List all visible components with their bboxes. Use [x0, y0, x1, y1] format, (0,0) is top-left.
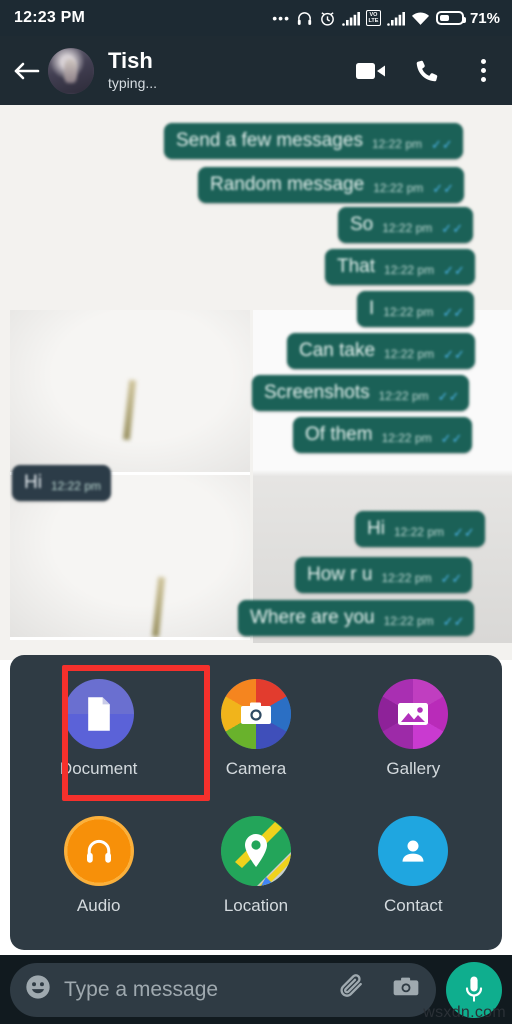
- bubble-time: 12:22 pm: [381, 571, 432, 585]
- bubble-time: 12:22 pm: [378, 389, 429, 403]
- chat-message-list[interactable]: Send a few messages 12:22 pm ✓✓ Random m…: [0, 105, 512, 660]
- attachment-grid: Document Camera Gallery Audio Location C…: [10, 655, 502, 950]
- attachment-item-audio[interactable]: Audio: [20, 806, 177, 943]
- bubble-text: Screenshots: [264, 382, 370, 403]
- volte-badge-icon: VO LTE: [365, 10, 381, 26]
- emoji-smiley-icon[interactable]: [24, 973, 52, 1006]
- bubble-text: I: [369, 298, 375, 319]
- alarm-clock-icon: [321, 11, 334, 26]
- read-receipt-icon: ✓✓: [442, 305, 465, 320]
- bubble-time: 12:22 pm: [384, 347, 435, 361]
- status-bar-clock: 12:23 PM: [14, 9, 85, 26]
- status-bar: 12:23 PM ••• VO LTE 71%: [0, 0, 512, 36]
- chat-bubble[interactable]: Of them 12:22 pm ✓✓: [293, 417, 473, 453]
- read-receipt-icon: ✓✓: [443, 347, 465, 362]
- bubble-time: 12:22 pm: [383, 305, 434, 319]
- bubble-text: Where are you: [250, 607, 375, 628]
- bubble-text: Hi: [367, 518, 385, 539]
- avatar[interactable]: [48, 47, 94, 94]
- chat-bubble[interactable]: Can take 12:22 pm ✓✓: [287, 333, 475, 369]
- camera-icon[interactable]: [392, 975, 420, 1004]
- bubble-text: Random message: [210, 174, 365, 195]
- signal-bars-2-icon: [387, 11, 405, 26]
- attachment-item-document[interactable]: Document: [20, 669, 177, 806]
- wifi-icon: [411, 11, 430, 25]
- photo-thumbnail[interactable]: [10, 310, 250, 475]
- chat-app-bar: Tish typing...: [0, 36, 512, 105]
- read-receipt-icon: ✓✓: [443, 263, 465, 278]
- bubble-time: 12:22 pm: [381, 431, 432, 445]
- signal-bars-icon: [342, 11, 360, 26]
- back-arrow-icon[interactable]: [10, 54, 44, 88]
- attachment-sheet: Document Camera Gallery Audio Location C…: [10, 655, 502, 950]
- bubble-time: 12:22 pm: [50, 479, 101, 493]
- camera-icon: [220, 679, 291, 749]
- attachment-label: Camera: [225, 759, 287, 778]
- chat-bubble[interactable]: Where are you 12:22 pm ✓✓: [238, 600, 475, 636]
- battery-percent-label: 71%: [469, 9, 500, 27]
- attachment-label: Contact: [384, 895, 443, 915]
- attachment-label: Location: [223, 895, 289, 915]
- chat-bubble[interactable]: How r u 12:22 pm ✓✓: [295, 557, 473, 593]
- attachment-label: Gallery: [386, 759, 441, 778]
- bubble-text: How r u: [307, 564, 373, 585]
- message-input-field[interactable]: Type a message: [10, 962, 436, 1017]
- contact-name: Tish: [108, 48, 153, 73]
- bubble-time: 12:22 pm: [371, 137, 422, 151]
- phone-call-icon[interactable]: [412, 56, 442, 86]
- chat-bubble[interactable]: Hi 12:22 pm ✓✓: [355, 511, 485, 547]
- chat-bubble[interactable]: Random message 12:22 pm ✓✓: [198, 167, 465, 203]
- attachment-item-location[interactable]: Location: [177, 806, 334, 943]
- paperclip-icon[interactable]: [338, 973, 366, 1006]
- bubble-time: 12:22 pm: [384, 263, 435, 277]
- attachment-label: Document: [59, 759, 138, 778]
- read-receipt-icon: ✓✓: [440, 431, 463, 446]
- more-dots-icon: •••: [272, 10, 290, 26]
- attachment-item-contact[interactable]: Contact: [335, 806, 492, 943]
- bubble-text: Hi: [24, 472, 42, 493]
- chat-bubble[interactable]: Screenshots 12:22 pm ✓✓: [252, 375, 470, 411]
- read-receipt-icon: ✓✓: [453, 525, 475, 540]
- headphones-icon: [63, 815, 134, 886]
- phone-screen: 12:23 PM ••• VO LTE 71% Tish typing... S…: [0, 0, 512, 1024]
- chat-bubble-overlay[interactable]: Hi 12:22 pm: [12, 465, 111, 501]
- volte-bottom-text: LTE: [368, 18, 379, 24]
- contact-title-block[interactable]: Tish typing...: [108, 49, 157, 92]
- battery-icon: [435, 11, 466, 25]
- bubble-text: Of them: [305, 424, 373, 445]
- attachment-label: Audio: [76, 895, 121, 915]
- bubble-text: That: [337, 256, 376, 277]
- video-call-icon[interactable]: [356, 56, 386, 86]
- attachment-item-camera[interactable]: Camera: [177, 669, 334, 806]
- read-receipt-icon: ✓✓: [442, 614, 465, 629]
- watermark: wsxdn.com: [423, 1004, 506, 1021]
- chat-bubble[interactable]: So 12:22 pm ✓✓: [338, 207, 474, 243]
- gallery-icon: [378, 679, 449, 749]
- bubble-text: Send a few messages: [176, 130, 363, 151]
- headphones-icon: [297, 11, 312, 25]
- chat-bubble[interactable]: Send a few messages 12:22 pm ✓✓: [164, 123, 463, 159]
- read-receipt-icon: ✓✓: [431, 137, 453, 152]
- contact-person-icon: [378, 815, 449, 886]
- bubble-time: 12:22 pm: [393, 525, 444, 539]
- bubble-time: 12:22 pm: [383, 614, 434, 628]
- message-placeholder: Type a message: [64, 977, 219, 1001]
- contact-status: typing...: [108, 75, 158, 91]
- bubble-text: Can take: [299, 340, 376, 361]
- read-receipt-icon: ✓✓: [440, 571, 463, 586]
- location-pin-icon: [220, 815, 291, 886]
- bubble-time: 12:22 pm: [373, 181, 424, 195]
- document-icon: [63, 679, 134, 749]
- bubble-text: So: [350, 214, 374, 235]
- app-bar-actions: [356, 56, 498, 86]
- bubble-time: 12:22 pm: [382, 221, 433, 235]
- chat-bubble[interactable]: I 12:22 pm ✓✓: [357, 291, 475, 327]
- chat-bubble[interactable]: That 12:22 pm ✓✓: [325, 249, 475, 285]
- read-receipt-icon: ✓✓: [437, 389, 460, 404]
- status-bar-icons: ••• VO LTE 71%: [272, 10, 500, 27]
- overflow-menu-icon[interactable]: [468, 56, 498, 86]
- read-receipt-icon: ✓✓: [432, 181, 455, 196]
- attachment-item-gallery[interactable]: Gallery: [335, 669, 492, 806]
- read-receipt-icon: ✓✓: [441, 221, 464, 236]
